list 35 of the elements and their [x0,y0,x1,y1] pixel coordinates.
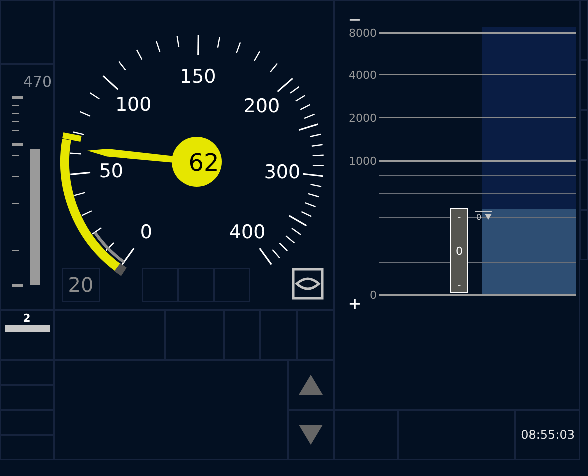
gradient-label: 0 [456,245,463,258]
zoom-in-button[interactable]: + [348,294,362,313]
speed-hub [172,137,222,187]
scale-label: 150 [180,66,216,88]
target-speed: 20 [68,272,94,299]
speed-marker-label: 0 [476,213,482,222]
distance-label: 4000 [349,69,377,82]
scale-label: 200 [244,96,280,118]
distance-label: 1000 [349,155,377,168]
distance-label: 470 [23,73,52,91]
scale-label: 50 [99,160,124,183]
distance-label: 8000 [349,27,377,40]
clock-time: 08:55:03 [521,427,575,444]
zoom-out-button[interactable]: − [348,10,362,29]
gradient-label: - [458,213,462,223]
scroll-down-button[interactable] [288,410,334,460]
gradient-label: - [458,281,462,291]
scale-label: 100 [115,94,152,116]
current-speed: 62 [188,149,220,177]
distance-label: 0 [370,289,377,302]
scale-label: 0 [140,222,152,244]
empty-panel [178,268,214,302]
eye-icon [292,268,324,300]
level-bar [4,325,50,332]
speed-marker-drawing [475,211,492,220]
level-number: 2 [23,313,31,325]
distance-label: 2000 [349,112,377,125]
scale-label: 400 [229,222,266,244]
triangle-down-icon [299,425,323,445]
empty-panel [214,268,250,302]
target-speed-arc [94,232,126,264]
scale-label: 300 [264,162,301,184]
empty-panel [142,268,178,302]
triangle-up-icon [299,375,323,395]
scroll-up-button[interactable] [288,360,334,410]
